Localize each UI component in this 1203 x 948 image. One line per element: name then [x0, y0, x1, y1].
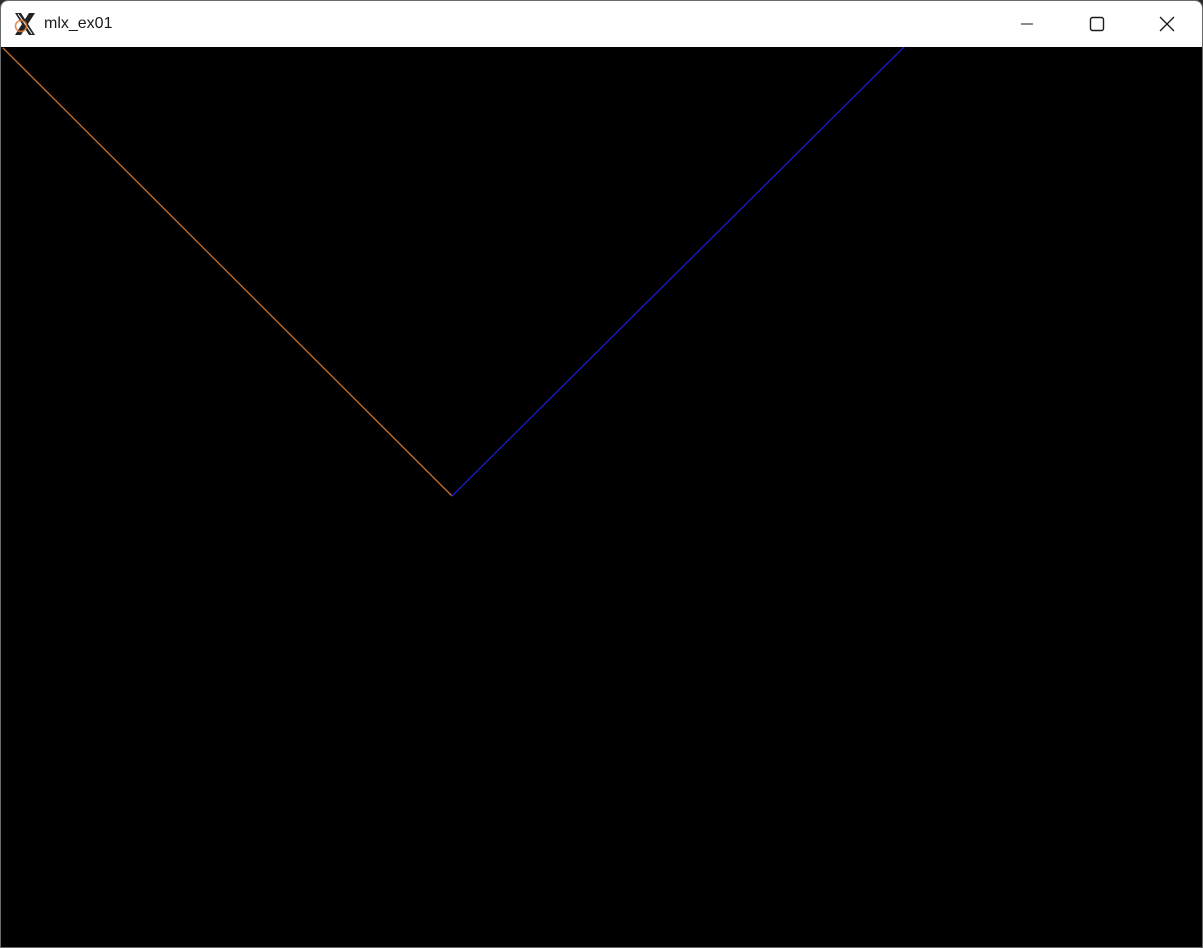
- blue-line: [451, 47, 905, 497]
- minimize-icon: [1020, 17, 1034, 31]
- maximize-icon: [1089, 16, 1105, 32]
- close-button[interactable]: [1132, 1, 1202, 47]
- minimize-button[interactable]: [992, 1, 1062, 47]
- x11-icon: [12, 11, 38, 37]
- close-icon: [1159, 16, 1175, 32]
- title-bar[interactable]: mlx_ex01: [1, 1, 1202, 47]
- maximize-button[interactable]: [1062, 1, 1132, 47]
- window-title: mlx_ex01: [44, 15, 113, 32]
- app-window: mlx_ex01: [0, 0, 1203, 948]
- drawing-canvas[interactable]: [1, 47, 1202, 947]
- orange-line: [2, 47, 453, 497]
